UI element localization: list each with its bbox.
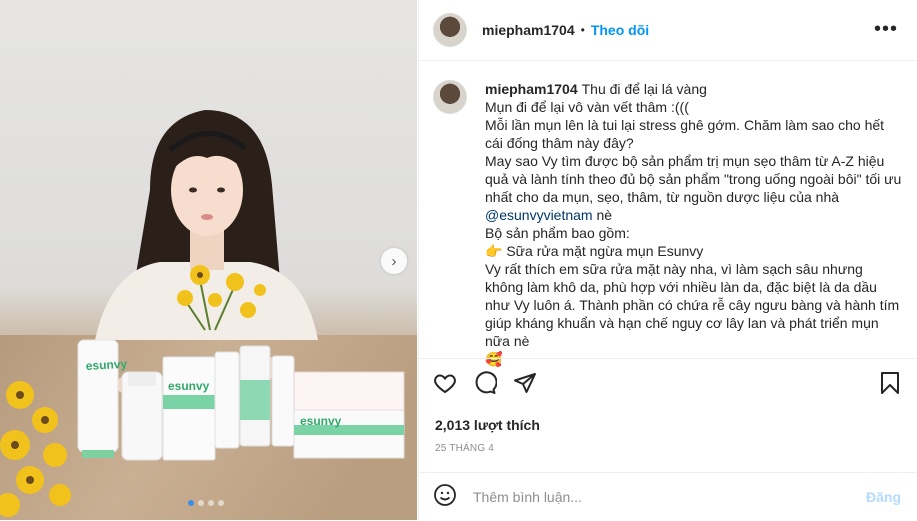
brand-mark-box: esunvy (168, 379, 210, 393)
avatar[interactable] (433, 13, 467, 47)
post-header: miepham1704 • Theo dõi ••• (419, 0, 917, 61)
action-bar: 2,013 lượt thích 25 THÁNG 4 (419, 358, 917, 454)
caption-line: May sao Vy tìm được bộ sản phẩm trị mụn … (485, 153, 902, 205)
post-caption: miepham1704 Thu đi để lại lá vàng Mụn đi … (433, 80, 904, 368)
caption-text: miepham1704 Thu đi để lại lá vàng Mụn đi … (485, 80, 904, 368)
more-options-icon[interactable]: ••• (874, 19, 898, 39)
mention-link[interactable]: @esunvyvietnam (485, 207, 593, 223)
author-username[interactable]: miepham1704 (482, 22, 575, 38)
caption-username[interactable]: miepham1704 (485, 81, 578, 97)
caption-line: Mụn đi để lại vô vàn vết thâm :((( (485, 99, 689, 115)
post-comment-button[interactable]: Đăng (866, 489, 901, 505)
likes-count[interactable]: 2,013 lượt thích (435, 417, 540, 433)
share-paper-plane-icon[interactable] (513, 371, 537, 400)
mention-suffix: nè (592, 207, 613, 223)
brand-mark-cream-box: esunvy (300, 414, 342, 428)
products-heading: Bộ sản phẩm bao gồm: (485, 225, 630, 241)
carousel-dot (198, 500, 204, 506)
caption-first-line: Thu đi để lại lá vàng (581, 81, 707, 97)
comment-input[interactable]: Thêm bình luận... (473, 489, 582, 505)
photo-illustration: esunvy esunvy esunvy (0, 110, 417, 520)
post-photo[interactable]: esunvy esunvy esunvy › (0, 0, 417, 520)
bookmark-icon[interactable] (880, 371, 900, 400)
carousel-next-button[interactable]: › (381, 248, 407, 274)
product-item: 👉 Sữa rửa mặt ngừa mụn Esunvy (485, 243, 704, 259)
carousel-dot (188, 500, 194, 506)
caption-avatar[interactable] (433, 80, 467, 114)
carousel-dot (218, 500, 224, 506)
post-side-panel: miepham1704 • Theo dõi ••• miepham1704 Th… (418, 0, 917, 520)
caption-line: Mỗi lần mụn lên là tui lại stress ghê gớ… (485, 117, 885, 151)
carousel-dot (208, 500, 214, 506)
carousel-dots (188, 500, 224, 506)
like-heart-icon[interactable] (433, 371, 457, 400)
brand-mark-tube: esunvy (85, 357, 127, 373)
comment-bubble-icon[interactable] (473, 370, 498, 400)
post-date: 25 THÁNG 4 (435, 443, 495, 454)
chevron-right-icon: › (391, 252, 397, 270)
emoji-smiley-icon[interactable] (433, 483, 457, 512)
header-separator: • (580, 23, 585, 37)
product-review: Vy rất thích em sữa rửa mặt này nha, vì … (485, 261, 900, 349)
follow-button[interactable]: Theo dõi (591, 22, 649, 38)
comment-bar: Thêm bình luận... Đăng (419, 472, 917, 521)
